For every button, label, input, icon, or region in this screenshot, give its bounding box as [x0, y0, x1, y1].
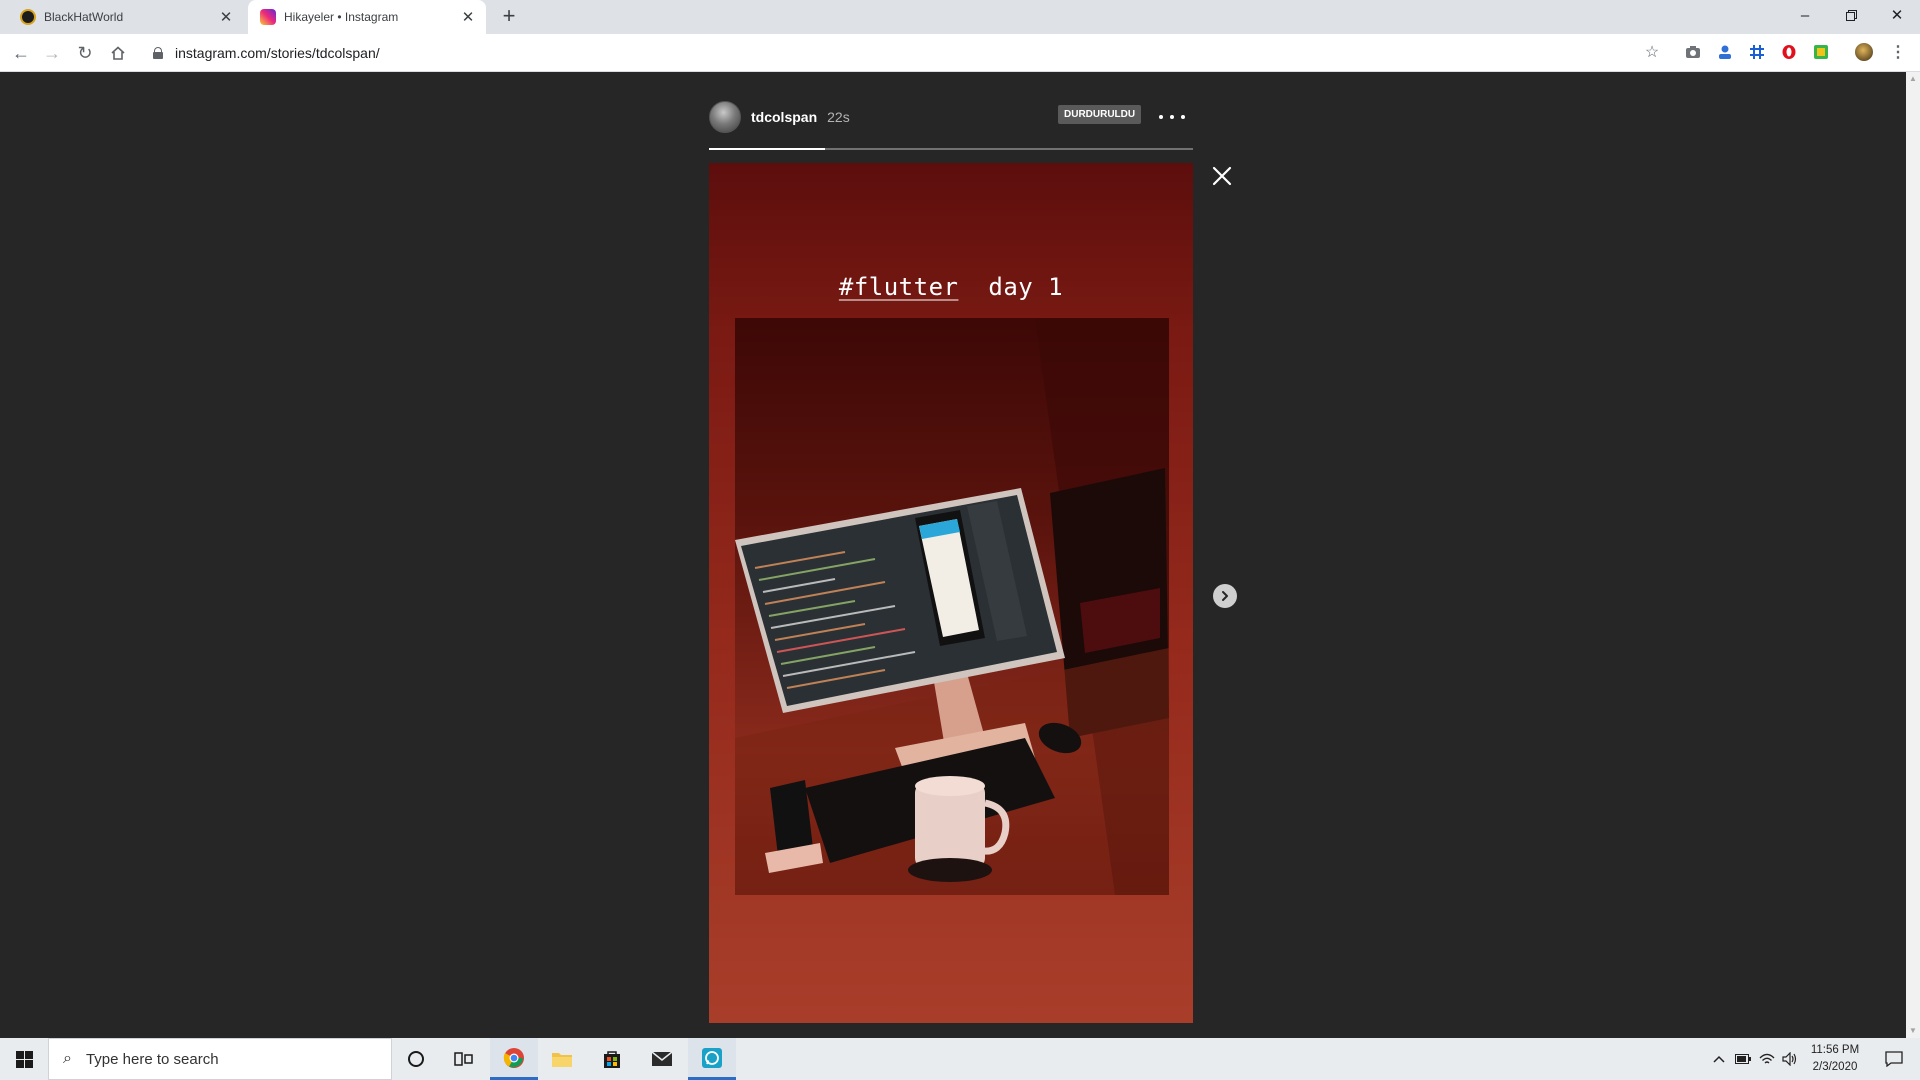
opera-extension-icon[interactable]: [1780, 43, 1798, 61]
user-extension-icon[interactable]: [1716, 43, 1734, 61]
reload-icon[interactable]: ↻: [73, 42, 97, 64]
url-text: instagram.com/stories/tdcolspan/: [175, 45, 380, 61]
tab-title: BlackHatWorld: [44, 10, 124, 24]
search-placeholder: Type here to search: [85, 1050, 219, 1068]
chrome-taskbar-icon[interactable]: [490, 1038, 538, 1080]
close-tab-icon[interactable]: ✕: [458, 7, 478, 27]
battery-icon[interactable]: [1732, 1038, 1754, 1080]
clock-date: 2/3/2020: [1812, 1061, 1858, 1073]
task-view-icon[interactable]: [440, 1038, 488, 1080]
story-username[interactable]: tdcolspan: [751, 109, 817, 125]
forward-arrow-icon[interactable]: →: [40, 42, 64, 64]
scroll-up-icon[interactable]: ▲: [1909, 75, 1917, 83]
new-tab-button[interactable]: +: [496, 5, 522, 29]
instagram-favicon-icon: [260, 9, 276, 25]
story-caption: #flutter day 1: [709, 273, 1193, 301]
tab-instagram[interactable]: Hikayeler • Instagram ✕: [248, 0, 486, 34]
profile-avatar-icon[interactable]: [1855, 43, 1873, 61]
close-icon[interactable]: [1211, 165, 1233, 187]
bookmark-star-icon[interactable]: ☆: [1643, 43, 1661, 61]
lock-icon: [152, 47, 164, 59]
tab-blackhatworld[interactable]: BlackHatWorld ✕: [8, 0, 244, 34]
cortana-icon[interactable]: [392, 1038, 440, 1080]
chevron-right-icon: [1222, 591, 1228, 601]
caption-hashtag[interactable]: #flutter: [839, 273, 959, 301]
scroll-down-icon[interactable]: ▼: [1909, 1027, 1917, 1035]
more-options-icon[interactable]: [1159, 108, 1185, 126]
blackhatworld-favicon-icon: [20, 9, 36, 25]
action-center-icon[interactable]: [1874, 1038, 1914, 1080]
close-tab-icon[interactable]: ✕: [216, 7, 236, 27]
story-timestamp: 22s: [827, 109, 850, 125]
scrollbar[interactable]: ▲ ▼: [1906, 72, 1920, 1038]
minimize-icon[interactable]: –: [1782, 0, 1828, 30]
menu-kebab-icon[interactable]: ⋮: [1889, 43, 1907, 61]
file-explorer-icon[interactable]: [538, 1038, 586, 1080]
wifi-icon[interactable]: [1756, 1038, 1778, 1080]
desk-illustration: [735, 318, 1169, 895]
story-progress-fill: [709, 148, 826, 150]
close-window-icon[interactable]: ✕: [1874, 0, 1920, 30]
taskbar-clock[interactable]: 11:56 PM 2/3/2020: [1800, 1042, 1870, 1076]
caption-text: day 1: [988, 273, 1064, 301]
browser-toolbar: ← → ↻ instagram.com/stories/tdcolspan/ ☆…: [0, 34, 1920, 72]
home-icon[interactable]: [106, 42, 130, 64]
next-story-button[interactable]: [1213, 584, 1237, 608]
green-extension-icon[interactable]: [1812, 43, 1830, 61]
story-progress-bar: [709, 148, 1193, 150]
show-hidden-icons-chevron-up-icon[interactable]: [1708, 1038, 1730, 1080]
mail-icon[interactable]: [638, 1038, 686, 1080]
camera-extension-icon[interactable]: [1684, 43, 1702, 61]
tab-title: Hikayeler • Instagram: [284, 10, 399, 24]
restore-icon[interactable]: [1828, 0, 1874, 30]
taskbar-search-input[interactable]: ⌕ Type here to search: [48, 1038, 392, 1080]
address-bar[interactable]: instagram.com/stories/tdcolspan/: [140, 38, 1636, 68]
story-media[interactable]: #flutter day 1: [709, 163, 1193, 1023]
whatsapp-icon[interactable]: [688, 1038, 736, 1080]
tab-strip: BlackHatWorld ✕ Hikayeler • Instagram ✕ …: [0, 0, 1920, 34]
paused-badge: DURDURULDU: [1058, 105, 1142, 124]
user-avatar[interactable]: [709, 101, 741, 133]
windows-taskbar: ⌕ Type here to search 11:56 PM 2/3/2020: [0, 1038, 1920, 1080]
search-icon: ⌕: [63, 1050, 72, 1067]
volume-icon[interactable]: [1780, 1038, 1800, 1080]
grid-extension-icon[interactable]: [1748, 43, 1766, 61]
back-arrow-icon[interactable]: ←: [9, 42, 33, 64]
store-icon[interactable]: [588, 1038, 636, 1080]
clock-time: 11:56 PM: [1810, 1044, 1860, 1056]
story-photo-desk-setup: [735, 318, 1169, 895]
story-header: tdcolspan 22s DURDURULDU: [709, 100, 1193, 134]
windows-start-icon[interactable]: [0, 1038, 48, 1080]
